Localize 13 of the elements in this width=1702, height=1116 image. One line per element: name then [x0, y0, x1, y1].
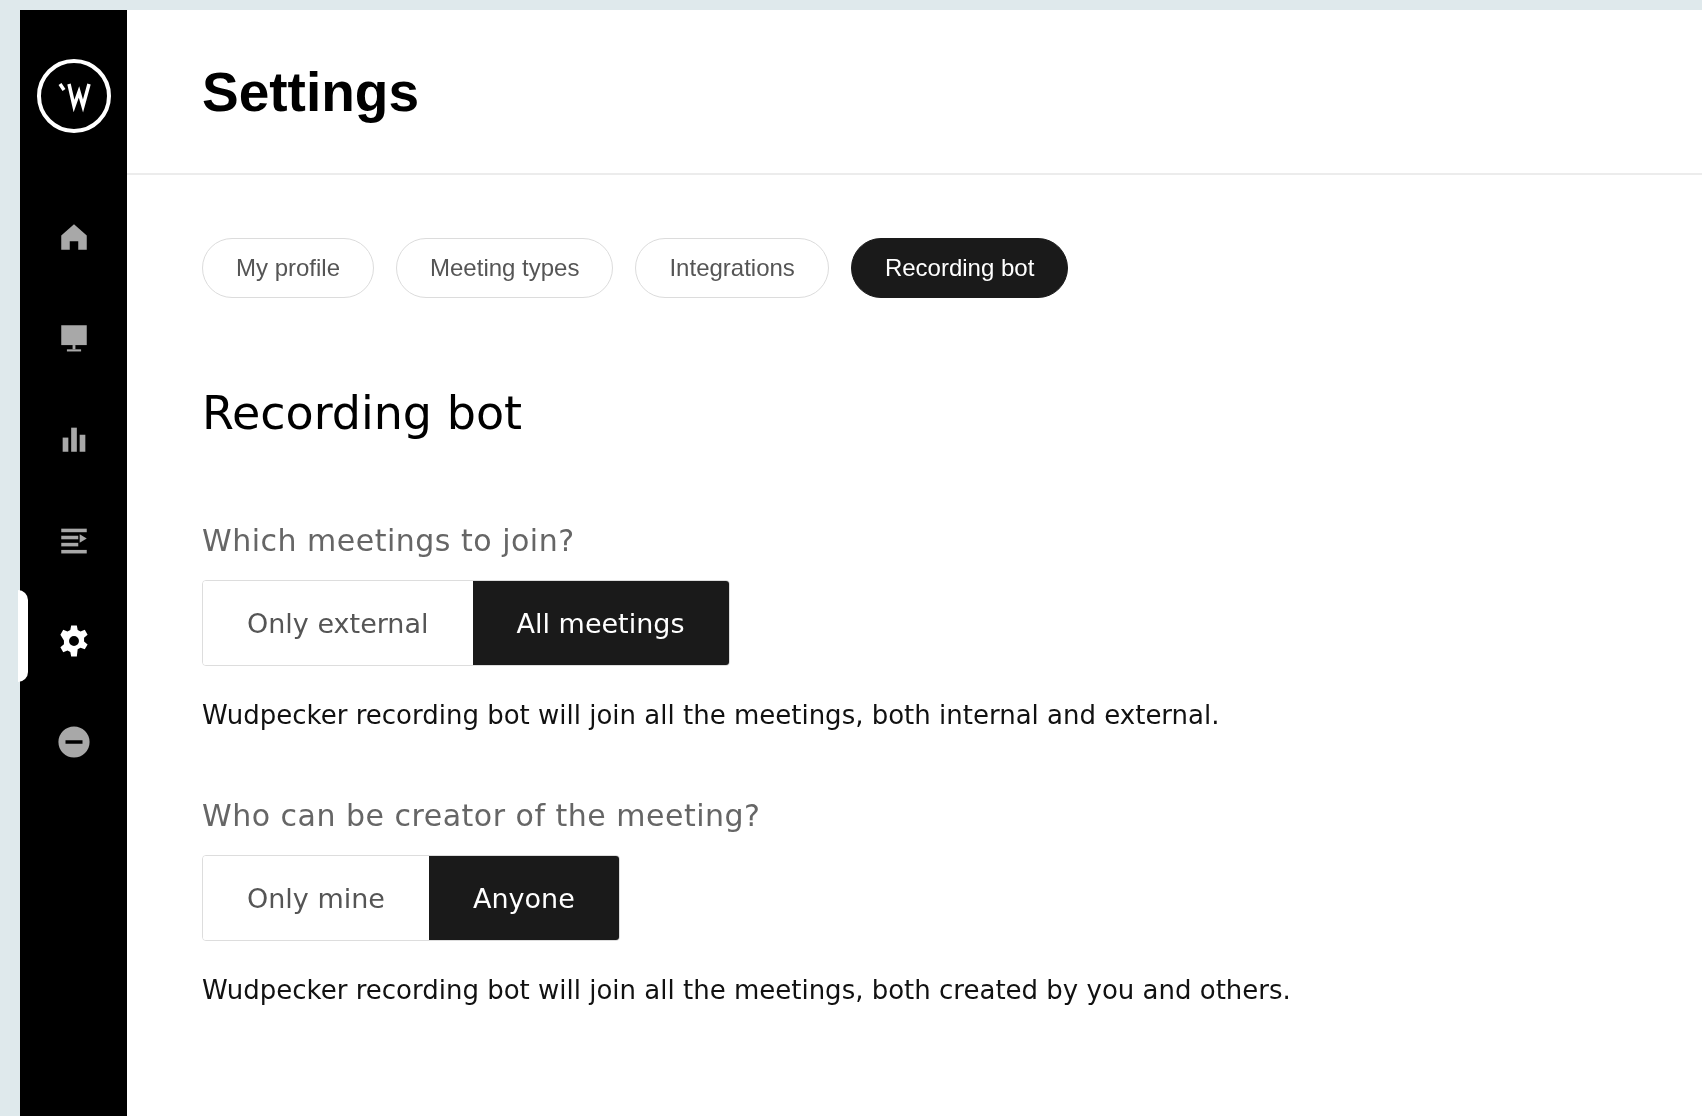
logo-icon: [35, 58, 112, 134]
option-description: Wudpecker recording bot will join all the meetings, both internal and external.: [202, 700, 1220, 730]
section-title: Recording bot: [202, 386, 524, 440]
option-button[interactable]: Anyone: [428, 856, 619, 940]
settings-tab[interactable]: Meeting types: [396, 238, 614, 298]
settings-tab[interactable]: Integrations: [635, 238, 829, 298]
settings-tab[interactable]: Recording bot: [850, 238, 1069, 298]
question-label: Who can be creator of the meeting?: [202, 798, 761, 833]
settings-tab[interactable]: My profile: [202, 238, 375, 298]
option-button[interactable]: All meetings: [472, 581, 729, 665]
question-label: Which meetings to join?: [202, 523, 575, 558]
page-title: Settings: [202, 59, 419, 124]
option-description: Wudpecker recording bot will join all the meetings, both created by you and others.: [202, 975, 1291, 1005]
